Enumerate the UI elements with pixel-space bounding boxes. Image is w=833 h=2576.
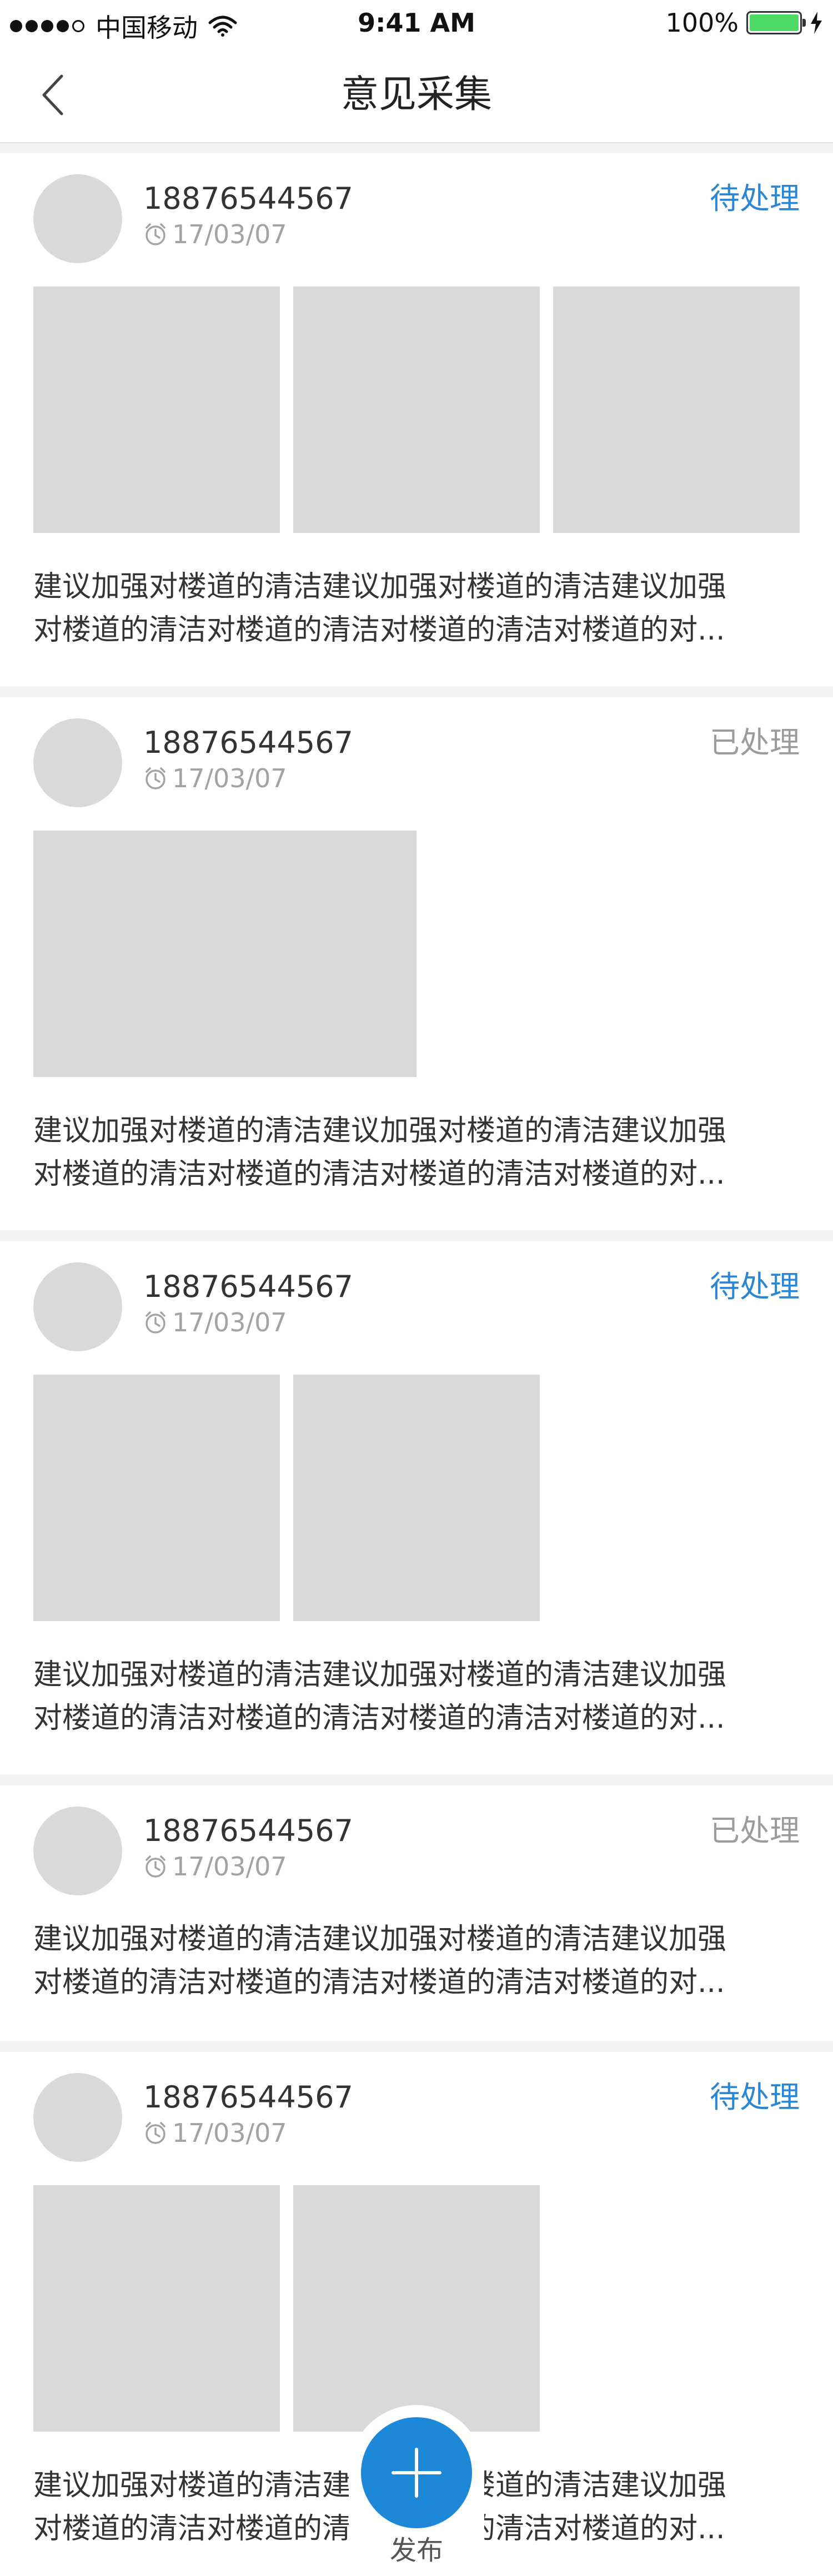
post-date: 17/03/07 bbox=[172, 1852, 287, 1881]
clock-icon bbox=[145, 2122, 165, 2144]
image-thumbnail[interactable] bbox=[293, 2185, 540, 2432]
feedback-card[interactable]: 18876544567 17/03/07 已处理 建议加强对楼道的清洁建议加强对… bbox=[0, 697, 833, 1230]
date-row: 17/03/07 bbox=[143, 763, 287, 794]
feedback-screen: 中国移动 9:41 AM 100% 意见采集 18876544567 17/03… bbox=[0, 0, 833, 2576]
image-thumbnail[interactable] bbox=[33, 2185, 280, 2432]
battery-icon bbox=[746, 11, 806, 34]
battery-percentage: 100% bbox=[665, 8, 739, 38]
status-right: 100% bbox=[665, 8, 823, 38]
image-thumbnail[interactable] bbox=[553, 286, 800, 533]
user-phone: 18876544567 bbox=[143, 1813, 353, 1848]
clock-icon bbox=[145, 1855, 165, 1878]
image-gallery bbox=[33, 286, 813, 533]
feedback-description: 建议加强对楼道的清洁建议加强对楼道的清洁建议加强 对楼道的清洁对楼道的清洁对楼道… bbox=[33, 1923, 727, 1999]
status-badge: 待处理 bbox=[710, 1269, 800, 1304]
avatar bbox=[33, 174, 122, 263]
image-thumbnail[interactable] bbox=[33, 1375, 280, 1621]
feedback-description: 建议加强对楼道的清洁建议加强对楼道的清洁建议加强 对楼道的清洁对楼道的清洁对楼道… bbox=[33, 570, 727, 647]
image-gallery bbox=[33, 2185, 553, 2432]
navigation-bar: 意见采集 bbox=[0, 48, 833, 143]
charging-bolt-icon bbox=[811, 12, 822, 34]
date-row: 17/03/07 bbox=[143, 219, 287, 250]
clock-icon bbox=[145, 223, 165, 245]
user-phone: 18876544567 bbox=[143, 2080, 353, 2115]
feedback-description: 建议加强对楼道的清洁建议加强对楼道的清洁建议加强 对楼道的清洁对楼道的清洁对楼道… bbox=[33, 1658, 727, 1735]
plus-icon bbox=[392, 2448, 441, 2498]
status-badge: 已处理 bbox=[710, 725, 800, 760]
user-phone: 18876544567 bbox=[143, 1269, 353, 1304]
post-date: 17/03/07 bbox=[172, 2118, 287, 2148]
clock-icon bbox=[145, 1311, 165, 1334]
image-thumbnail[interactable] bbox=[33, 286, 280, 533]
post-date: 17/03/07 bbox=[172, 1307, 287, 1337]
clock-icon bbox=[145, 767, 165, 789]
image-gallery bbox=[33, 831, 430, 1077]
date-row: 17/03/07 bbox=[143, 1851, 287, 1882]
date-row: 17/03/07 bbox=[143, 2117, 287, 2149]
feedback-card[interactable]: 18876544567 17/03/07 待处理 建议加强对楼道的清洁建议加强对… bbox=[0, 153, 833, 686]
avatar bbox=[33, 718, 122, 807]
image-gallery bbox=[33, 1375, 553, 1621]
avatar bbox=[33, 2073, 122, 2162]
image-thumbnail[interactable] bbox=[293, 1375, 540, 1621]
post-date: 17/03/07 bbox=[172, 763, 287, 793]
publish-fab: 发布 bbox=[349, 2405, 484, 2576]
avatar bbox=[33, 1807, 122, 1895]
image-thumbnail[interactable] bbox=[293, 286, 540, 533]
status-badge: 已处理 bbox=[710, 1813, 800, 1848]
user-phone: 18876544567 bbox=[143, 725, 353, 760]
image-thumbnail[interactable] bbox=[33, 831, 416, 1077]
avatar bbox=[33, 1262, 122, 1351]
publish-label: 发布 bbox=[389, 2535, 443, 2566]
status-badge: 待处理 bbox=[710, 181, 800, 216]
status-bar: 中国移动 9:41 AM 100% bbox=[0, 0, 833, 48]
page-title: 意见采集 bbox=[340, 73, 492, 117]
feedback-card[interactable]: 18876544567 17/03/07 已处理 建议加强对楼道的清洁建议加强对… bbox=[0, 1785, 833, 2041]
publish-button[interactable] bbox=[361, 2417, 472, 2528]
post-date: 17/03/07 bbox=[172, 219, 287, 249]
feedback-description: 建议加强对楼道的清洁建议加强对楼道的清洁建议加强 对楼道的清洁对楼道的清洁对楼道… bbox=[33, 1114, 727, 1191]
status-badge: 待处理 bbox=[710, 2080, 800, 2115]
date-row: 17/03/07 bbox=[143, 1307, 287, 1338]
feedback-card[interactable]: 18876544567 17/03/07 待处理 建议加强对楼道的清洁建议加强对… bbox=[0, 1241, 833, 1774]
user-phone: 18876544567 bbox=[143, 181, 353, 216]
